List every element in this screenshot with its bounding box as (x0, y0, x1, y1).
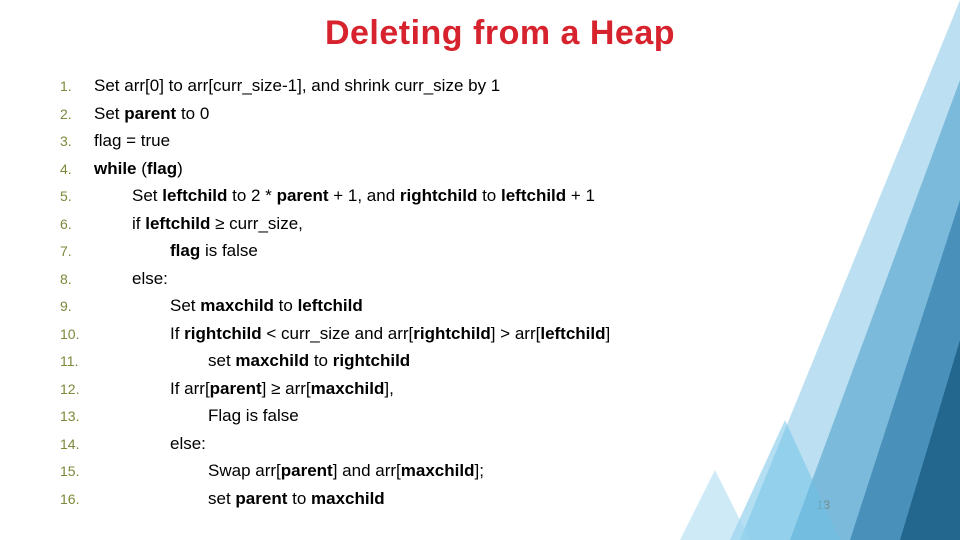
line-number: 15. (60, 458, 94, 483)
line-number: 4. (60, 156, 94, 181)
line-number: 10. (60, 321, 94, 346)
pseudocode-line: 2.Set parent to 0 (60, 100, 880, 128)
slide-title: Deleting from a Heap (0, 14, 960, 53)
line-number: 7. (60, 238, 94, 263)
line-number: 12. (60, 376, 94, 401)
line-number: 2. (60, 101, 94, 126)
line-number: 3. (60, 128, 94, 153)
line-number: 11. (60, 348, 94, 373)
line-number: 5. (60, 183, 94, 208)
line-number: 13. (60, 403, 94, 428)
line-text: If arr[parent] ≥ arr[maxchild], (170, 375, 394, 403)
pseudocode-line: 9. Set maxchild to leftchild (60, 292, 880, 320)
pseudocode-line: 13. Flag is false (60, 402, 880, 430)
line-number: 8. (60, 266, 94, 291)
slide: { "title": "Deleting from a Heap", "page… (0, 0, 960, 540)
pseudocode-line: 6. if leftchild ≥ curr_size, (60, 210, 880, 238)
pseudocode-line: 12. If arr[parent] ≥ arr[maxchild], (60, 375, 880, 403)
line-text: if leftchild ≥ curr_size, (132, 210, 303, 238)
pseudocode-line: 11. set maxchild to rightchild (60, 347, 880, 375)
line-text: Swap arr[parent] and arr[maxchild]; (208, 457, 484, 485)
pseudocode-line: 14. else: (60, 430, 880, 458)
pseudocode-line: 7. flag is false (60, 237, 880, 265)
line-text: flag = true (94, 127, 170, 155)
line-text: else: (170, 430, 206, 458)
line-text: If rightchild < curr_size and arr[rightc… (170, 320, 610, 348)
pseudocode-line: 16. set parent to maxchild (60, 485, 880, 513)
line-text: Set maxchild to leftchild (170, 292, 363, 320)
pseudocode-line: 8. else: (60, 265, 880, 293)
line-text: set parent to maxchild (208, 485, 385, 513)
pseudocode-line: 15. Swap arr[parent] and arr[maxchild]; (60, 457, 880, 485)
pseudocode-line: 10. If rightchild < curr_size and arr[rig… (60, 320, 880, 348)
line-number: 1. (60, 73, 94, 98)
line-text: Set parent to 0 (94, 100, 209, 128)
line-text: while (flag) (94, 155, 183, 183)
line-text: else: (132, 265, 168, 293)
line-number: 14. (60, 431, 94, 456)
line-number: 9. (60, 293, 94, 318)
line-number: 16. (60, 486, 94, 511)
line-text: Flag is false (208, 402, 299, 430)
pseudocode-line: 1.Set arr[0] to arr[curr_size-1], and sh… (60, 72, 880, 100)
line-text: Set arr[0] to arr[curr_size-1], and shri… (94, 72, 500, 100)
line-number: 6. (60, 211, 94, 236)
line-text: Set leftchild to 2 * parent + 1, and rig… (132, 182, 595, 210)
pseudocode-list: 1.Set arr[0] to arr[curr_size-1], and sh… (60, 72, 880, 513)
page-number: 13 (817, 498, 830, 512)
line-text: set maxchild to rightchild (208, 347, 410, 375)
pseudocode-line: 3.flag = true (60, 127, 880, 155)
pseudocode-line: 4.while (flag) (60, 155, 880, 183)
line-text: flag is false (170, 237, 258, 265)
pseudocode-line: 5. Set leftchild to 2 * parent + 1, and r… (60, 182, 880, 210)
